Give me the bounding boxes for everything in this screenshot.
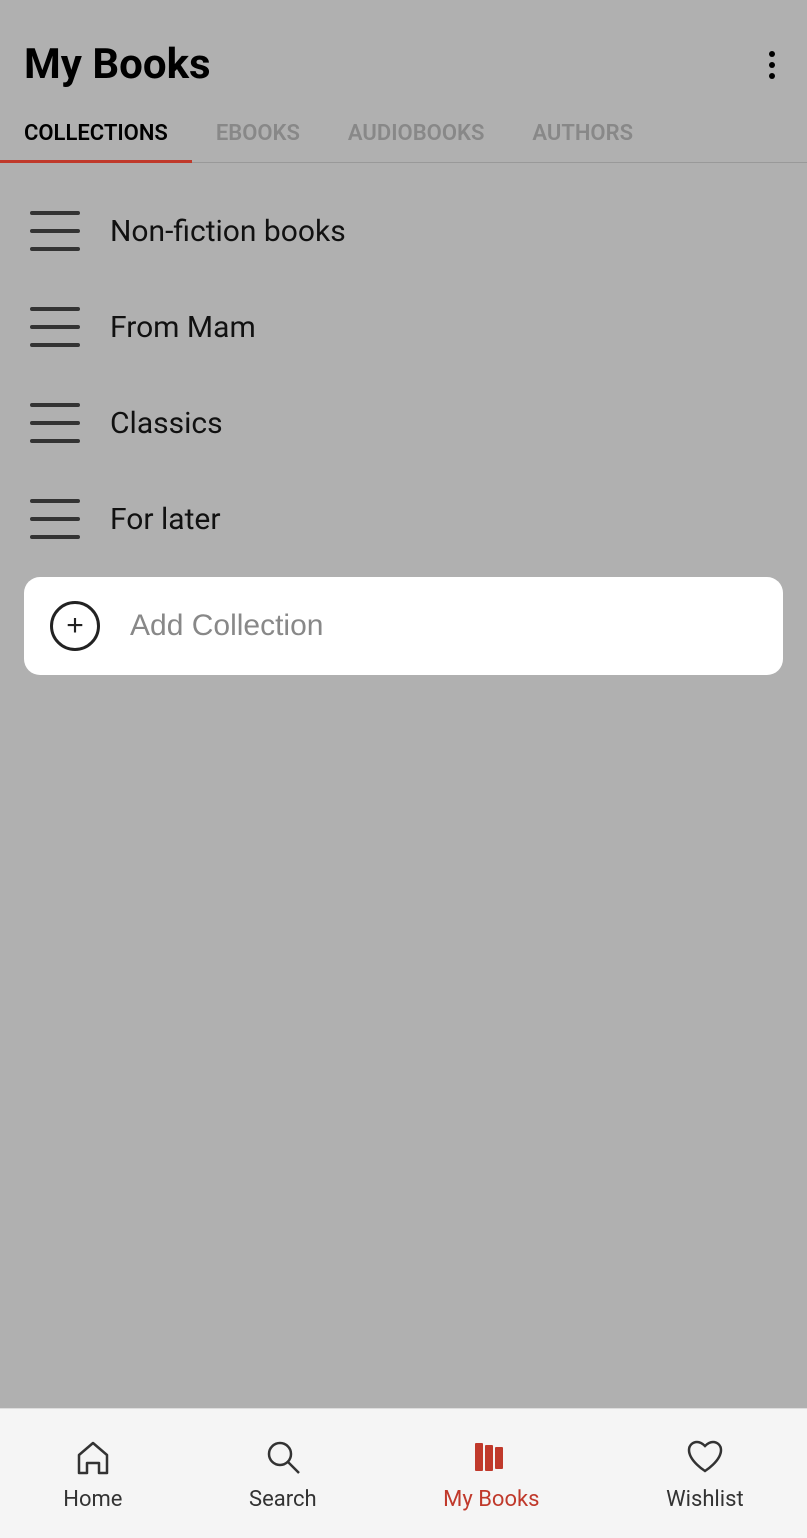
tab-ebooks[interactable]: EBOOKS [192, 105, 324, 162]
add-collection-label: Add Collection [130, 609, 323, 643]
dot3 [769, 73, 775, 79]
list-item[interactable]: From Mam [0, 279, 807, 375]
dot2 [769, 62, 775, 68]
list-icon [30, 499, 80, 539]
nav-label-mybooks: My Books [443, 1487, 539, 1512]
nav-label-search: Search [249, 1487, 317, 1512]
nav-item-search[interactable]: Search [229, 1427, 337, 1520]
list-icon [30, 307, 80, 347]
add-collection-button[interactable]: + Add Collection [24, 577, 783, 675]
collections-list: Non-fiction books From Mam Classics For … [0, 163, 807, 705]
collection-label: From Mam [110, 310, 256, 345]
list-icon [30, 403, 80, 443]
collection-label: Classics [110, 406, 223, 441]
list-item[interactable]: Classics [0, 375, 807, 471]
bottom-nav: Home Search My Books Wishlist [0, 1408, 807, 1538]
home-icon [71, 1435, 115, 1479]
header: My Books [0, 0, 807, 105]
list-item[interactable]: Non-fiction books [0, 183, 807, 279]
nav-item-wishlist[interactable]: Wishlist [646, 1427, 764, 1520]
nav-item-home[interactable]: Home [43, 1427, 142, 1520]
list-icon [30, 211, 80, 251]
plus-icon: + [50, 601, 100, 651]
page-title: My Books [24, 40, 211, 89]
list-item[interactable]: For later [0, 471, 807, 567]
nav-label-home: Home [63, 1487, 122, 1512]
collection-label: For later [110, 502, 221, 537]
nav-label-wishlist: Wishlist [666, 1487, 744, 1512]
tabs-bar: COLLECTIONS EBOOKS AUDIOBOOKS AUTHORS [0, 105, 807, 163]
tab-collections[interactable]: COLLECTIONS [0, 105, 192, 162]
search-icon [261, 1435, 305, 1479]
mybooks-icon [469, 1435, 513, 1479]
nav-item-mybooks[interactable]: My Books [423, 1427, 559, 1520]
more-options-button[interactable] [761, 43, 783, 87]
tab-audiobooks[interactable]: AUDIOBOOKS [324, 105, 508, 162]
dot1 [769, 51, 775, 57]
collection-label: Non-fiction books [110, 214, 346, 249]
wishlist-icon [683, 1435, 727, 1479]
tab-authors[interactable]: AUTHORS [508, 105, 657, 162]
